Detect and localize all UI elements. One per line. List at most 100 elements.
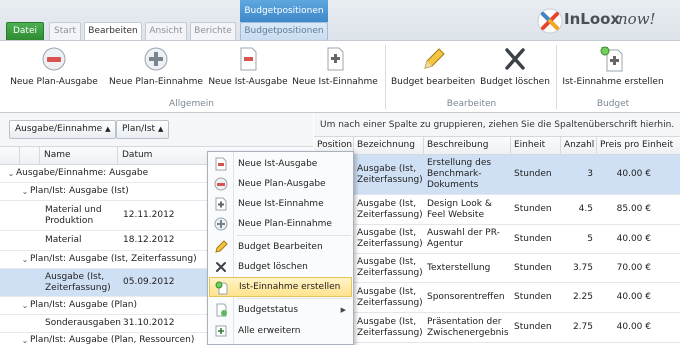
delete-x-icon xyxy=(505,48,525,70)
cell-anzahl: 2.25 xyxy=(572,292,593,302)
group-by-bar: Ausgabe/Einnahme ▲ Plan/Ist ▲ xyxy=(0,113,313,147)
group-row-content: ⌄ Plan/Ist: Ausgabe (Plan, Ressourcen) xyxy=(20,333,195,345)
cell-preis: 70.00 € xyxy=(616,262,651,273)
group-drop-hint: Um nach einer Spalte zu gruppieren, zieh… xyxy=(314,113,680,137)
plan-plus-icon xyxy=(144,47,168,71)
budget-status-icon xyxy=(216,303,227,317)
cell-bezeichnung: Ausgabe (Ist, Zeiterfassung) xyxy=(357,257,423,278)
menu-item-budgetstatus[interactable]: Budgetstatus ▶ xyxy=(209,300,352,320)
ist-plus-icon xyxy=(327,47,344,71)
neue-ist-ausgabe-button[interactable]: Neue Ist-Ausgabe xyxy=(208,45,288,97)
ist-minus-icon xyxy=(215,157,227,171)
expand-all-icon xyxy=(215,325,227,337)
menu-item-budget-loeschen[interactable]: Budget löschen xyxy=(209,257,352,277)
group-allgemein: Allgemein xyxy=(169,99,214,109)
cell-preis: 40.00 € xyxy=(616,292,651,302)
ist-einnahme-erstellen-button[interactable]: Ist-Einnahme erstellen xyxy=(560,45,666,97)
column-anzahl[interactable]: Anzahl xyxy=(561,137,597,155)
chip-label: Ausgabe/Einnahme xyxy=(15,124,103,134)
column-preis[interactable]: Preis pro Einheit xyxy=(597,137,680,155)
ist-plus-icon xyxy=(215,197,227,211)
cell-anzahl: 2.75 xyxy=(572,322,593,332)
cell-beschreibung: Sponsorentreffen xyxy=(427,292,505,302)
neue-plan-einnahme-button[interactable]: Neue Plan-Einnahme xyxy=(106,45,206,97)
group-row-content: ⌄ Plan/Ist: Ausgabe (Plan) xyxy=(20,297,137,314)
menu-item-label: Ist-Einnahme erstellen xyxy=(239,282,341,292)
row-date: 12.11.2012 xyxy=(123,210,175,220)
cell-anzahl: 3 xyxy=(587,169,593,179)
chevron-down-icon: ⌄ xyxy=(21,301,29,310)
cell-bezeichnung: Ausgabe (Ist, Zeiterfassung) xyxy=(357,163,423,185)
table-row[interactable]: Ausgabe (Ist, Zeiterfassung) Auswahl der… xyxy=(314,225,680,254)
menu-item-ist-einnahme-erstellen[interactable]: Ist-Einnahme erstellen xyxy=(209,277,352,297)
plan-minus-icon xyxy=(214,177,228,191)
row-name: Sonderausgaben xyxy=(45,318,121,328)
neue-plan-ausgabe-button[interactable]: Neue Plan-Ausgabe xyxy=(4,45,104,97)
table-row[interactable]: Ausgabe (Ist, Zeiterfassung) Texterstell… xyxy=(314,254,680,283)
tab-ansicht[interactable]: Ansicht xyxy=(145,22,187,40)
group-budget: Budget xyxy=(596,99,630,109)
group-row-content: ⌄ Ausgabe/Einnahme: Ausgabe xyxy=(6,165,148,182)
cell-einheit: Stunden xyxy=(514,233,552,244)
delete-x-icon xyxy=(216,262,226,272)
budget-detail-grid: Um nach einer Spalte zu gruppieren, zieh… xyxy=(314,113,680,345)
table-row[interactable]: Ausgabe (Ist, Zeiterfassung) Präsentatio… xyxy=(314,313,680,343)
plan-minus-icon xyxy=(42,47,66,71)
pencil-icon xyxy=(215,240,228,253)
menu-item-neue-ist-einnahme[interactable]: Neue Ist-Einnahme xyxy=(209,194,352,214)
cell-beschreibung: Texterstellung xyxy=(427,262,491,273)
neue-ist-einnahme-button[interactable]: Neue Ist-Einnahme xyxy=(291,45,379,97)
budget-loeschen-button[interactable]: Budget löschen xyxy=(478,45,552,97)
cell-einheit: Stunden xyxy=(514,204,552,214)
menu-item-alle-erweitern[interactable]: Alle erweitern xyxy=(209,321,352,341)
ribbon-tab-bar: Budgetpositionen Datei Start Bearbeiten … xyxy=(0,0,680,41)
right-column-header: Position Bezeichnung Beschreibung Einhei… xyxy=(314,137,680,155)
logo-suffix: now! xyxy=(618,10,656,28)
menu-item-label: Neue Plan-Ausgabe xyxy=(238,179,326,189)
ist-einnahme-erstellen-label: Ist-Einnahme erstellen xyxy=(562,77,664,87)
group-chip-plan-ist[interactable]: Plan/Ist ▲ xyxy=(116,120,170,139)
table-row-selected[interactable]: Ausgabe (Ist, Zeiterfassung) Erstellung … xyxy=(314,155,680,195)
column-bezeichnung[interactable]: Bezeichnung xyxy=(354,137,424,155)
budget-bearbeiten-button[interactable]: Budget bearbeiten xyxy=(391,45,475,97)
cell-bezeichnung: Ausgabe (Ist, Zeiterfassung) xyxy=(357,198,423,220)
tab-budgetpositionen[interactable]: Budgetpositionen xyxy=(240,22,328,40)
budget-bearbeiten-label: Budget bearbeiten xyxy=(391,77,476,87)
group-label: Plan/Ist: Ausgabe (Ist, Zeiterfassung) xyxy=(30,254,197,264)
cell-anzahl: 4.5 xyxy=(578,204,593,214)
column-name[interactable]: Name xyxy=(40,147,118,165)
menu-separator xyxy=(237,235,351,236)
menu-item-neue-plan-ausgabe[interactable]: Neue Plan-Ausgabe xyxy=(209,174,352,194)
column-beschreibung[interactable]: Beschreibung xyxy=(424,137,511,155)
row-name: Material xyxy=(45,235,82,245)
sort-up-icon: ▲ xyxy=(105,125,111,133)
context-group-title: Budgetpositionen xyxy=(240,0,328,22)
neue-ist-einnahme-label: Neue Ist-Einnahme xyxy=(292,77,378,87)
cell-beschreibung: Präsentation der Zwischenergebnisse xyxy=(427,316,509,338)
table-row[interactable]: Ausgabe (Ist, Zeiterfassung) Sponsorentr… xyxy=(314,283,680,313)
cell-preis: 40.00 € xyxy=(616,233,651,244)
tab-start[interactable]: Start xyxy=(49,22,81,40)
app-window: { "ribbon_tabs": { "file": "Datei", "sta… xyxy=(0,0,680,345)
tab-berichte[interactable]: Berichte xyxy=(190,22,236,40)
create-income-icon xyxy=(600,46,623,72)
table-row[interactable]: Ausgabe (Ist, Zeiterfassung) Design Look… xyxy=(314,195,680,225)
tab-bearbeiten[interactable]: Bearbeiten xyxy=(84,22,142,41)
column-einheit[interactable]: Einheit xyxy=(511,137,561,155)
group-bearbeiten: Bearbeiten xyxy=(446,99,497,109)
group-chip-ausgabe-einnahme[interactable]: Ausgabe/Einnahme ▲ xyxy=(9,120,117,139)
menu-item-budget-bearbeiten[interactable]: Budget Bearbeiten xyxy=(209,237,352,257)
menu-item-label: Neue Ist-Ausgabe xyxy=(238,159,318,169)
group-label: Ausgabe/Einnahme: Ausgabe xyxy=(16,168,149,178)
menu-item-neue-plan-einnahme[interactable]: Neue Plan-Einnahme xyxy=(209,214,352,234)
row-date: 31.10.2012 xyxy=(123,318,175,328)
ribbon: Neue Plan-Ausgabe Neue Plan-Einnahme Neu… xyxy=(0,40,680,113)
neue-plan-einnahme-label: Neue Plan-Einnahme xyxy=(109,77,203,87)
group-row-content: ⌄ Plan/Ist: Ausgabe (Ist) xyxy=(20,183,129,200)
group-row-content: ⌄ Plan/Ist: Ausgabe (Ist, Zeiterfassung) xyxy=(20,251,197,268)
menu-item-neue-ist-ausgabe[interactable]: Neue Ist-Ausgabe xyxy=(209,154,352,174)
ribbon-separator xyxy=(556,45,557,109)
tab-datei[interactable]: Datei xyxy=(6,22,44,40)
plan-plus-icon xyxy=(214,217,228,231)
row-name: Ausgabe (Ist, Zeiterfassung) xyxy=(45,271,111,293)
